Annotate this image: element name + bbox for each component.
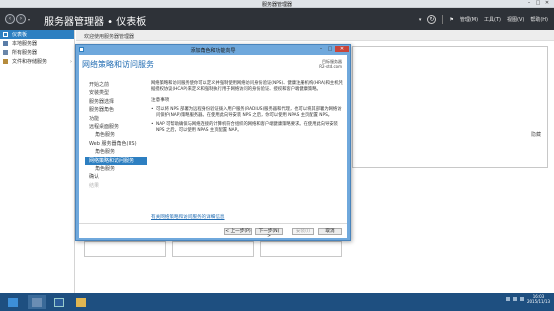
roles-tile[interactable] bbox=[260, 241, 342, 257]
sidebar-item-file-storage[interactable]: 文件和存储服务 › bbox=[0, 57, 74, 66]
close-button[interactable]: ✕ bbox=[543, 0, 551, 7]
window-titlebar: 服务器管理器 – □ ✕ bbox=[0, 0, 554, 8]
target-server-name: R2-std.com bbox=[319, 64, 342, 69]
sidebar-item-local-server[interactable]: 本地服务器 bbox=[0, 39, 74, 48]
note-item: 可以将 NPS 部署为远程身份验证拨入用户服务(RADIUS)服务器和代理，也可… bbox=[151, 107, 343, 118]
wizard-step[interactable]: Web 服务器角色(IIS) bbox=[85, 140, 147, 148]
dialog-body: 网络策略和访问服务 目标服务器 R2-std.com 开始之前 安装类型 服务器… bbox=[79, 55, 347, 239]
quick-start-panel bbox=[352, 46, 548, 168]
menu-tools[interactable]: 工具(T) bbox=[484, 16, 501, 23]
more-info-link[interactable]: 有关网络策略和访问服务的详细信息 bbox=[151, 214, 225, 220]
menu-help[interactable]: 帮助(H) bbox=[530, 16, 548, 23]
wizard-step[interactable]: 开始之前 bbox=[85, 81, 147, 89]
system-tray: 16:03 2015/11/13 bbox=[505, 294, 550, 304]
install-button: 安装(I) bbox=[292, 228, 314, 235]
notes-heading: 注意事项 bbox=[151, 98, 170, 104]
wizard-heading: 网络策略和访问服务 bbox=[82, 60, 154, 69]
hide-link[interactable]: 隐藏 bbox=[531, 131, 541, 138]
server-icon bbox=[3, 41, 8, 46]
refresh-dropdown-icon[interactable]: ▾ bbox=[419, 17, 422, 23]
taskbar-server-manager[interactable] bbox=[28, 295, 46, 309]
sidebar-item-label: 本地服务器 bbox=[12, 41, 38, 47]
sidebar-item-dashboard[interactable]: 仪表板 bbox=[0, 30, 74, 39]
app-header: ‹ › ▾ 服务器管理器 • 仪表板 ▾ ↻ ⚑ 管理(M) 工具(T) 视图(… bbox=[0, 8, 554, 30]
wizard-content: 网络策略和访问服务使你可以定义并强制使用网络访问身份验证(NPS)、健康注册机构… bbox=[151, 81, 343, 134]
page-title: 服务器管理器 • 仪表板 bbox=[44, 17, 147, 28]
network-icon[interactable] bbox=[505, 297, 510, 301]
forward-button[interactable]: › bbox=[16, 14, 26, 24]
dialog-footer: < 上一步(P) 下一步(N) > 安装(I) 取消 bbox=[79, 223, 347, 239]
refresh-icon[interactable]: ↻ bbox=[427, 15, 437, 24]
start-button[interactable] bbox=[4, 295, 22, 309]
dialog-title: 添加角色和功能向导 bbox=[190, 48, 236, 54]
wizard-substep[interactable]: 角色服务 bbox=[85, 131, 147, 139]
volume-icon[interactable] bbox=[512, 297, 517, 301]
cancel-button[interactable]: 取消 bbox=[318, 228, 342, 235]
wizard-step[interactable]: 服务器选择 bbox=[85, 98, 147, 106]
wizard-step[interactable]: 安装类型 bbox=[85, 89, 147, 97]
maximize-button[interactable]: □ bbox=[534, 0, 542, 7]
wizard-step[interactable]: 服务器角色 bbox=[85, 106, 147, 114]
folder-icon bbox=[76, 297, 86, 307]
menu-view[interactable]: 视图(V) bbox=[507, 16, 524, 23]
taskbar: 16:03 2015/11/13 bbox=[0, 293, 554, 311]
roles-tile[interactable] bbox=[84, 241, 166, 257]
dialog-titlebar: 添加角色和功能向导 – □ ✕ bbox=[76, 45, 350, 54]
back-button[interactable]: ‹ bbox=[5, 14, 15, 24]
history-dropdown-icon[interactable]: ▾ bbox=[28, 17, 30, 22]
next-button[interactable]: 下一步(N) > bbox=[255, 228, 283, 239]
wizard-step[interactable]: 功能 bbox=[85, 115, 147, 123]
wizard-steps: 开始之前 安装类型 服务器选择 服务器角色 功能 远程桌面服务 角色服务 Web… bbox=[85, 81, 147, 190]
menu-manage[interactable]: 管理(M) bbox=[460, 16, 478, 23]
taskbar-powershell[interactable] bbox=[50, 295, 68, 309]
add-roles-wizard-dialog: 添加角色和功能向导 – □ ✕ 网络策略和访问服务 目标服务器 R2-std.c… bbox=[75, 44, 351, 241]
divider bbox=[442, 15, 444, 24]
windows-logo-icon bbox=[8, 297, 18, 307]
target-server: 目标服务器 R2-std.com bbox=[319, 59, 342, 69]
wizard-substep[interactable]: 角色服务 bbox=[85, 165, 147, 173]
sidebar: 仪表板 本地服务器 所有服务器 文件和存储服务 › bbox=[0, 30, 75, 293]
roles-tile[interactable] bbox=[172, 241, 254, 257]
wizard-substep[interactable]: 角色服务 bbox=[85, 148, 147, 156]
wizard-step-current[interactable]: 网络策略和访问服务 bbox=[85, 156, 147, 165]
servers-icon bbox=[3, 50, 8, 55]
powershell-icon bbox=[54, 297, 64, 307]
folder-icon bbox=[3, 59, 8, 64]
dashboard-icon bbox=[3, 32, 8, 37]
window-title: 服务器管理器 bbox=[261, 2, 292, 8]
dialog-minimize-button[interactable]: – bbox=[317, 46, 325, 52]
server-manager-icon bbox=[32, 297, 42, 307]
chevron-right-icon: › bbox=[70, 58, 72, 65]
welcome-banner: 欢迎使用服务器管理器 bbox=[76, 30, 554, 41]
sidebar-item-label: 仪表板 bbox=[12, 32, 28, 38]
dialog-close-button[interactable]: ✕ bbox=[335, 46, 349, 52]
intro-text: 网络策略和访问服务使你可以定义并强制使用网络访问身份验证(NPS)、健康注册机构… bbox=[151, 81, 343, 92]
wizard-step[interactable]: 确认 bbox=[85, 173, 147, 181]
wizard-step[interactable]: 远程桌面服务 bbox=[85, 123, 147, 131]
flag-icon[interactable]: ⚑ bbox=[449, 17, 453, 23]
note-item: NAP 可帮助确保与网络连接的计算机符合组织的网络和客户端健康策略要求。在使用此… bbox=[151, 122, 343, 133]
welcome-title: 欢迎使用服务器管理器 bbox=[84, 34, 135, 40]
wizard-step-disabled: 结果 bbox=[89, 182, 100, 189]
dialog-maximize-button[interactable]: □ bbox=[326, 46, 334, 52]
minimize-button[interactable]: – bbox=[525, 0, 533, 7]
clock-date: 2015/11/13 bbox=[526, 299, 550, 304]
taskbar-explorer[interactable] bbox=[72, 295, 90, 309]
sidebar-item-label: 文件和存储服务 bbox=[12, 59, 48, 65]
flag-icon[interactable] bbox=[519, 297, 524, 301]
sidebar-item-label: 所有服务器 bbox=[12, 50, 38, 56]
clock[interactable]: 16:03 2015/11/13 bbox=[527, 294, 550, 304]
previous-button[interactable]: < 上一步(P) bbox=[224, 228, 252, 235]
sidebar-item-all-servers[interactable]: 所有服务器 bbox=[0, 48, 74, 57]
